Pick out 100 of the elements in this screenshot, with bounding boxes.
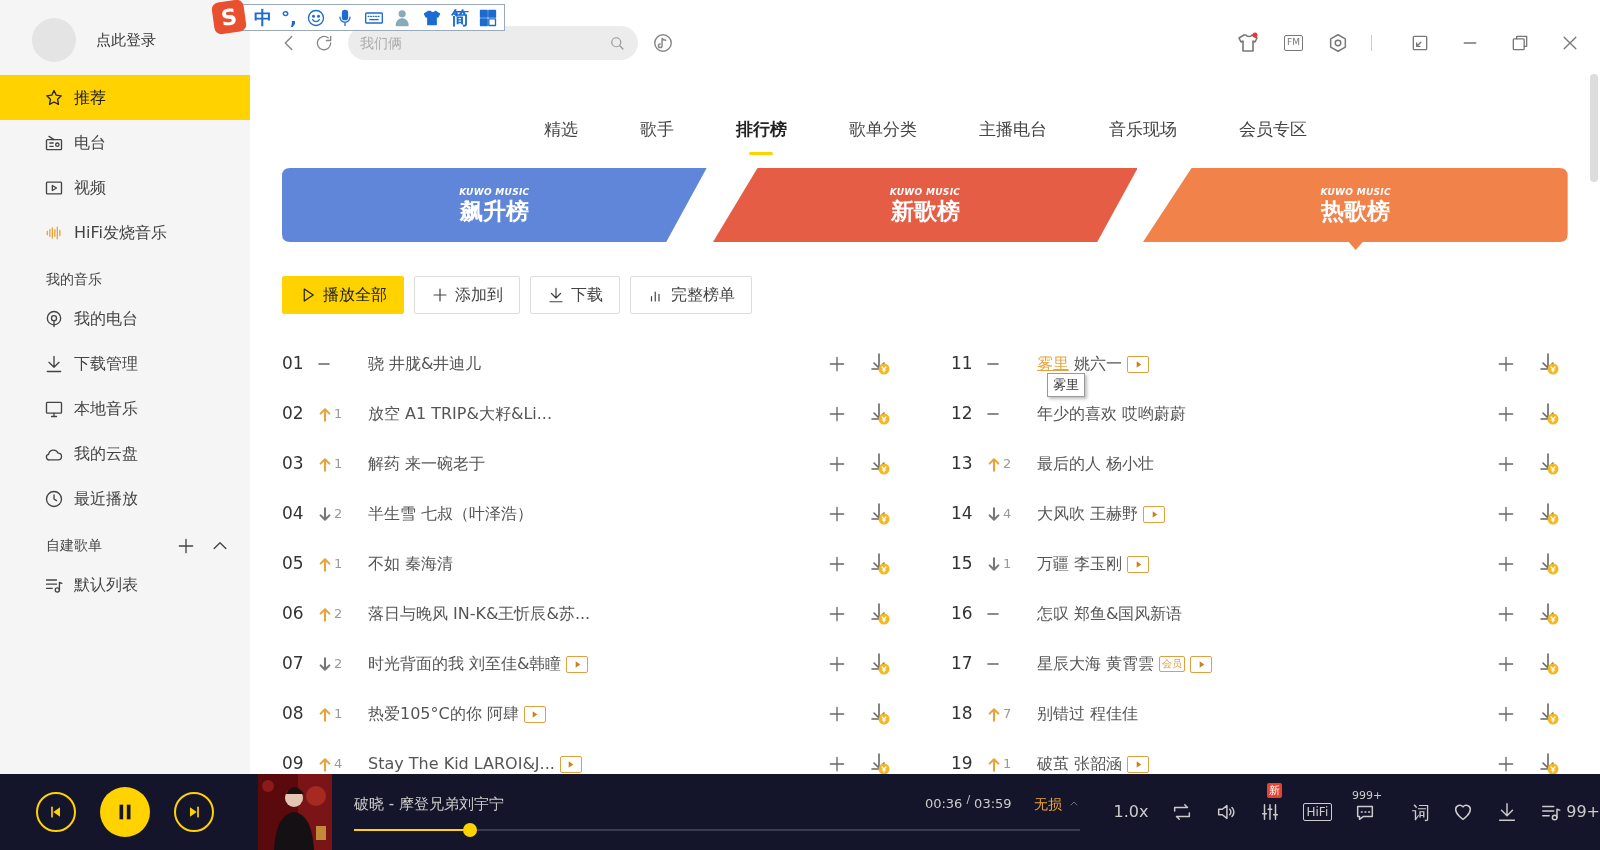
paid-download-icon[interactable] [1538, 352, 1560, 376]
paid-download-icon[interactable] [1538, 652, 1560, 676]
artist-name[interactable]: 阿肆 [486, 702, 519, 726]
play-all-button[interactable]: 播放全部 [282, 276, 404, 314]
nav-tab[interactable]: 音乐现场 [1077, 76, 1208, 164]
song-title[interactable]: Stay The Kid [368, 752, 469, 774]
song-title[interactable]: 最后的人 [1037, 452, 1101, 476]
paid-download-icon[interactable] [1538, 602, 1560, 626]
artist-name[interactable]: 杨小壮 [1106, 452, 1154, 476]
mv-button[interactable] [566, 655, 589, 673]
nav-tab[interactable]: 排行榜 [704, 76, 818, 164]
song-title[interactable]: 落日与晚风 [368, 602, 448, 626]
sidebar-item[interactable]: 视频 [0, 165, 250, 210]
artist-name[interactable]: 秦海清 [405, 552, 453, 576]
mv-button[interactable] [523, 705, 546, 723]
sidebar-item[interactable]: 下载管理 [0, 341, 250, 386]
song-title[interactable]: 破茧 [1037, 752, 1069, 774]
artist-name[interactable]: 刘至佳&韩瞳 [469, 652, 562, 676]
search-icon[interactable] [608, 34, 626, 52]
song-title[interactable]: 怎叹 [1037, 602, 1069, 626]
lyrics-button[interactable]: 词 [1412, 798, 1431, 826]
sidebar-item[interactable]: HiFi发烧音乐 [0, 210, 250, 255]
add-icon[interactable] [1496, 654, 1516, 674]
mv-button[interactable] [1127, 755, 1149, 773]
action-button[interactable]: 添加到 [414, 276, 520, 314]
add-icon[interactable] [827, 754, 847, 774]
add-icon[interactable] [827, 704, 847, 724]
nav-tab[interactable]: 歌单分类 [817, 76, 948, 164]
add-icon[interactable] [1496, 704, 1516, 724]
add-icon[interactable] [1496, 754, 1516, 774]
add-icon[interactable] [827, 404, 847, 424]
chart-banner[interactable] [282, 168, 707, 242]
music-note-icon[interactable] [652, 32, 674, 54]
artist-name[interactable]: 黄霄雲 [1106, 652, 1154, 676]
search-field[interactable]: 我们俩 [348, 26, 638, 60]
sidebar-item[interactable]: 我的电台 [0, 296, 250, 341]
mv-button[interactable] [559, 755, 582, 773]
paid-download-icon[interactable] [1538, 452, 1560, 476]
pause-button[interactable] [100, 787, 150, 837]
restore-icon[interactable] [1510, 33, 1530, 53]
artist-name[interactable]: 王赫野 [1090, 502, 1138, 526]
artist-name[interactable]: 张韶涵 [1074, 752, 1122, 774]
mv-button[interactable] [1127, 555, 1149, 573]
action-button[interactable]: 完整榜单 [630, 276, 752, 314]
next-button[interactable] [174, 792, 214, 832]
sidebar-item[interactable]: 默认列表 [0, 562, 250, 607]
previous-button[interactable] [36, 792, 76, 832]
paid-download-icon[interactable] [1538, 402, 1560, 426]
artist-name[interactable]: 井胧&井迪儿 [389, 352, 482, 376]
ime-button[interactable]: 中 [254, 8, 272, 27]
add-icon[interactable] [1496, 354, 1516, 374]
nav-tab[interactable]: 精选 [512, 76, 609, 164]
hifi-button[interactable]: HiFi [1302, 803, 1333, 821]
artist-name[interactable]: 七叔（叶泽浩） [421, 502, 533, 526]
paid-download-icon[interactable] [1538, 552, 1560, 576]
paid-download-icon[interactable] [869, 652, 891, 676]
progress-handle[interactable] [463, 823, 478, 838]
login-link[interactable]: 点此登录 [96, 28, 156, 52]
song-title[interactable]: 年少的喜欢 [1037, 402, 1117, 426]
grid-icon[interactable] [477, 7, 498, 28]
add-icon[interactable] [827, 654, 847, 674]
paid-download-icon[interactable] [869, 352, 891, 376]
song-title[interactable]: 半生雪 [368, 502, 416, 526]
song-title[interactable]: 解药 [368, 452, 400, 476]
chart-banner[interactable] [712, 168, 1138, 242]
chart-banner[interactable] [1143, 168, 1568, 242]
sidebar-item[interactable]: 电台 [0, 120, 250, 165]
add-icon[interactable] [1496, 454, 1516, 474]
artist-name[interactable]: 姚六一 [1074, 352, 1122, 376]
paid-download-icon[interactable] [1538, 702, 1560, 726]
fm-button[interactable]: FM [1284, 35, 1303, 51]
song-title[interactable]: 大风吹 [1037, 502, 1085, 526]
mini-mode-icon[interactable] [1410, 33, 1430, 53]
artist-name[interactable]: 哎哟蔚蔚 [1122, 402, 1186, 426]
ime-button[interactable]: 简 [450, 8, 469, 27]
song-title[interactable]: 时光背面的我 [368, 652, 464, 676]
song-title[interactable]: 别错过 [1037, 702, 1085, 726]
action-button[interactable]: 下载 [530, 276, 620, 314]
song-title[interactable]: 热爱105°C的你 [368, 702, 482, 726]
add-icon[interactable] [827, 604, 847, 624]
paid-download-icon[interactable] [1538, 752, 1560, 774]
paid-download-icon[interactable] [869, 552, 891, 576]
add-icon[interactable] [1496, 604, 1516, 624]
artist-name[interactable]: 郑鱼&国风新语 [1074, 602, 1183, 626]
artist-name[interactable]: 李玉刚 [1074, 552, 1122, 576]
paid-download-icon[interactable] [1538, 502, 1560, 526]
ime-button[interactable]: °, [281, 8, 297, 27]
paid-download-icon[interactable] [869, 502, 891, 526]
add-icon[interactable] [1496, 404, 1516, 424]
song-title[interactable]: 骁 [368, 352, 384, 376]
paid-download-icon[interactable] [869, 702, 891, 726]
artist-name[interactable]: 来一碗老于 [405, 452, 485, 476]
scrollbar[interactable] [1590, 74, 1598, 182]
paid-download-icon[interactable] [869, 752, 891, 774]
sidebar-item[interactable]: 我的云盘 [0, 431, 250, 476]
song-title[interactable]: 放空 [368, 402, 400, 426]
paid-download-icon[interactable] [869, 452, 891, 476]
sidebar-item[interactable]: 本地音乐 [0, 386, 250, 431]
sidebar-item[interactable]: 推荐 [0, 75, 250, 120]
add-icon[interactable] [1496, 504, 1516, 524]
